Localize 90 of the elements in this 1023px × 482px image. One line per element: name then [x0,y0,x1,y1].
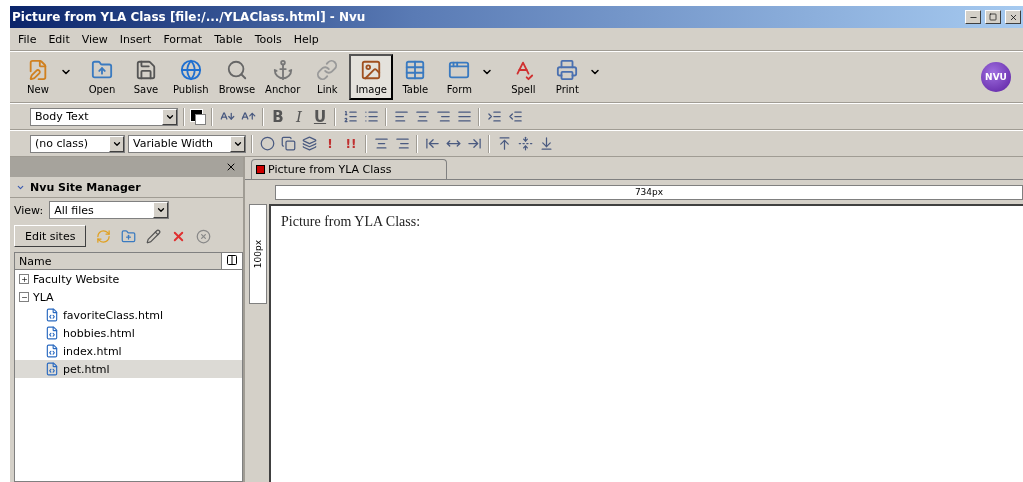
html-file-icon [45,362,59,376]
anchor-icon [271,59,294,81]
document-tab[interactable]: Picture from YLA Class [251,159,447,179]
toolbar-button[interactable]: Publish [168,54,214,100]
menu-item[interactable]: Edit [42,32,76,46]
arrow-right-icon [466,136,482,151]
toolbar-button[interactable]: Link [305,54,350,100]
toolbar-button[interactable]: Print [545,54,590,100]
html-file-icon [45,308,59,322]
align-left-icon [393,109,409,124]
close-button[interactable] [1005,10,1021,24]
numbered-list-icon [342,109,358,124]
toolbar-button[interactable]: Table [393,54,438,100]
menu-item[interactable]: Table [208,32,249,46]
menu-item[interactable]: Help [287,32,325,46]
format-button[interactable]: I [290,106,308,127]
maximize-button[interactable] [985,10,1001,24]
text-color-button[interactable] [190,108,206,125]
arrow-left-icon [424,136,440,151]
fold-vertical-icon [517,136,533,151]
menu-item[interactable]: Insert [113,32,158,46]
toolbar-button[interactable]: Image [349,54,394,100]
toolbar-button[interactable]: Spell [501,54,546,100]
tree-item[interactable]: index.html [15,342,242,360]
table-icon [404,59,427,81]
form-icon [448,59,471,81]
outdent-icon [507,109,523,124]
view-label: View: [14,203,44,217]
app-logo: NVU [981,62,1011,92]
collapse-icon[interactable] [19,292,29,302]
link-icon [316,59,339,81]
align-right-icon [435,109,451,124]
html-file-icon [45,344,59,358]
menu-item[interactable]: Format [157,32,209,46]
column-header[interactable]: Name [15,253,222,269]
indent-icon [486,109,502,124]
class-select[interactable]: (no class) [30,134,125,153]
edit-sites-button[interactable]: Edit sites [14,225,87,247]
format-button[interactable]: B [269,106,287,127]
tree-item[interactable]: Faculty Website [15,270,242,288]
vertical-ruler: 100px [249,204,267,304]
format-button[interactable]: U [311,106,329,127]
layers-icon [301,136,317,151]
toolbar-button[interactable]: Save [124,54,168,100]
save-icon [135,59,157,81]
new-icon [27,59,49,81]
toolbar-button[interactable]: Browse [213,54,261,100]
print-icon [556,59,579,81]
image-icon [360,59,383,81]
page-text: Picture from YLA Class: [281,214,422,230]
paragraph-style-select[interactable]: Body Text [30,107,178,126]
menu-item[interactable]: File [12,32,43,46]
close-icon[interactable] [225,161,237,173]
format-button[interactable]: ! [321,133,339,154]
toolbar-button[interactable]: New [16,54,60,100]
column-picker-icon[interactable] [226,254,238,266]
expand-icon[interactable] [19,274,29,284]
new-folder-icon[interactable] [121,228,137,244]
minimize-button[interactable] [965,10,981,24]
format-button[interactable]: !! [342,133,360,154]
toolbar-button[interactable]: Open [80,54,124,100]
toolbar-button[interactable]: Anchor [260,54,306,100]
maximize-icon [989,13,997,21]
html-file-icon [45,326,59,340]
close-icon [1008,12,1018,22]
tree-item[interactable]: pet.html [15,360,242,378]
window-title: Picture from YLA Class [file:/.../YLAClass.html] - Nvu [12,10,367,24]
width-select[interactable]: Variable Width [128,134,246,153]
edit-icon[interactable] [146,228,162,244]
panel-title: Nvu Site Manager [30,180,141,194]
align-center-icon [414,109,430,124]
align-center-icon [373,136,389,151]
copy-icon [280,136,296,151]
horizontal-ruler: 734px [275,184,1023,200]
toolbar-button[interactable]: Form [437,54,482,100]
tree-item[interactable]: hobbies.html [15,324,242,342]
stop-icon[interactable] [196,228,212,244]
view-select[interactable]: All files [49,201,170,219]
publish-icon [179,59,202,81]
open-icon [91,59,113,81]
html-icon [256,165,265,174]
justify-icon [456,109,472,124]
tree-item[interactable]: YLA [15,288,242,306]
bullet-list-icon [363,109,379,124]
browse-icon [225,59,248,81]
tree-item[interactable]: favoriteClass.html [15,306,242,324]
circle-icon [259,136,275,151]
menu-item[interactable]: Tools [248,32,288,46]
menu-item[interactable]: View [75,32,114,46]
align-right-icon [394,136,410,151]
